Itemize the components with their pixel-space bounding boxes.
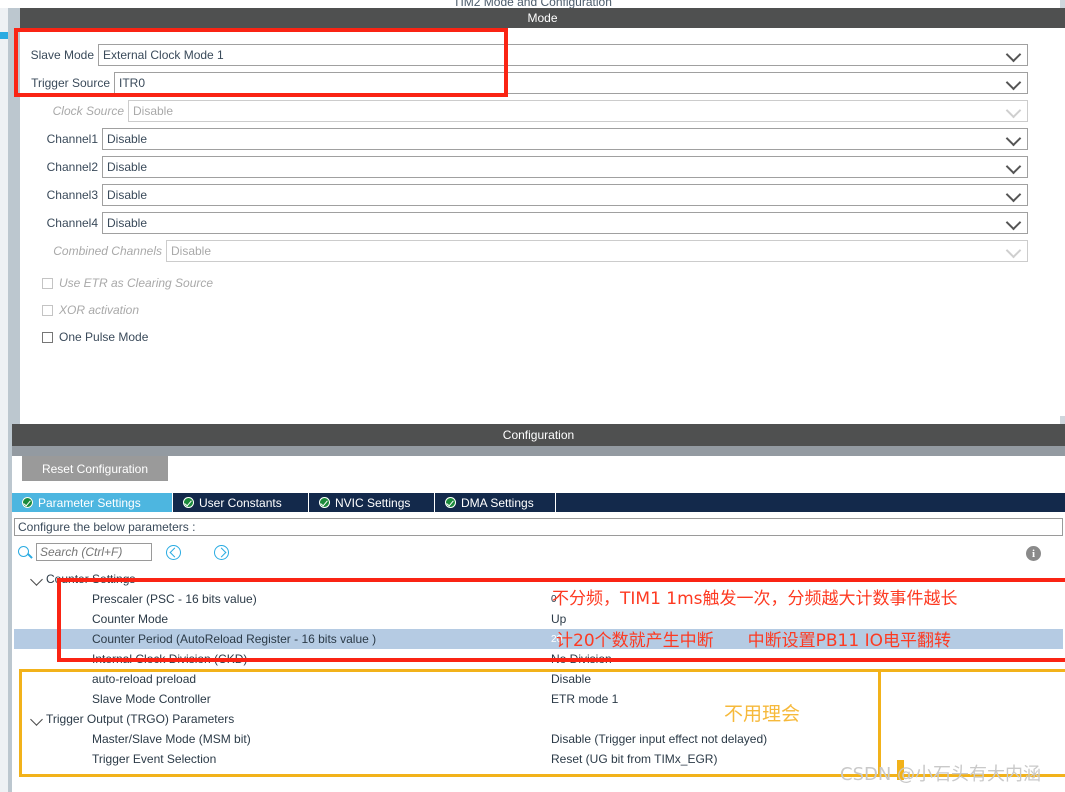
tab-parameter-settings[interactable]: Parameter Settings <box>12 493 173 512</box>
check-circle-icon <box>445 497 456 508</box>
tab-label: DMA Settings <box>461 495 534 510</box>
checkbox-xor-activation[interactable]: XOR activation <box>42 301 139 319</box>
annotation-red-box-mode <box>14 28 508 97</box>
label-channel3: Channel3 <box>46 188 98 202</box>
row-channel2: Channel2 Disable <box>20 154 1028 180</box>
chevron-down-icon <box>1005 46 1022 63</box>
combo-channel1[interactable]: Disable <box>102 128 1028 150</box>
configuration-panel-header: Configuration <box>12 424 1065 446</box>
combo-combined-channels[interactable]: Disable <box>166 240 1028 262</box>
checkbox-one-pulse-mode[interactable]: One Pulse Mode <box>42 328 148 346</box>
combo-channel4[interactable]: Disable <box>102 212 1028 234</box>
chevron-down-icon <box>1005 186 1022 203</box>
checkbox-label: Use ETR as Clearing Source <box>59 276 214 290</box>
row-channel3: Channel3 Disable <box>20 182 1028 208</box>
value-combined-channels: Disable <box>171 244 212 258</box>
checkbox-icon[interactable] <box>42 304 53 316</box>
combo-channel3[interactable]: Disable <box>102 184 1028 206</box>
chevron-down-icon[interactable] <box>30 573 43 586</box>
tab-user-constants[interactable]: User Constants <box>173 493 309 512</box>
label-channel4: Channel4 <box>46 216 98 230</box>
watermark: CSDN @小石头有大内涵 <box>840 764 1042 785</box>
info-icon[interactable]: i <box>1026 546 1041 561</box>
annotation-red-note-2: 计20个数就产生中断 中断设置PB11 IO电平翻转 <box>556 631 951 651</box>
configuration-subbar <box>12 446 1065 456</box>
label-channel1: Channel1 <box>46 132 98 146</box>
checkbox-label: XOR activation <box>59 303 140 317</box>
left-rail-outer <box>0 8 8 792</box>
checkbox-icon[interactable] <box>42 277 53 289</box>
previous-match-icon[interactable] <box>166 545 181 560</box>
chevron-down-icon <box>1005 158 1022 175</box>
row-channel4: Channel4 Disable <box>20 210 1028 236</box>
mode-panel-header: Mode <box>20 8 1065 28</box>
chevron-down-icon <box>1005 214 1022 231</box>
value-channel2: Disable <box>107 160 148 174</box>
combo-channel2[interactable]: Disable <box>102 156 1028 178</box>
tab-label: User Constants <box>199 495 282 510</box>
tab-nvic-settings[interactable]: NVIC Settings <box>309 493 435 512</box>
value-channel1: Disable <box>107 132 148 146</box>
label-clock-source: Clock Source <box>52 104 124 118</box>
check-circle-icon <box>319 497 330 508</box>
chevron-down-icon <box>1005 130 1022 147</box>
row-channel1: Channel1 Disable <box>20 126 1028 152</box>
checkbox-icon[interactable] <box>42 331 53 343</box>
value-clock-source: Disable <box>133 104 174 118</box>
checkbox-label: One Pulse Mode <box>59 330 149 344</box>
annotation-red-note-1: 不分频，TIM1 1ms触发一次，分频越大计数事件越长 <box>552 589 958 609</box>
next-match-icon[interactable] <box>214 545 229 560</box>
value-channel4: Disable <box>107 216 148 230</box>
tab-label: Parameter Settings <box>38 495 141 510</box>
tab-dma-settings[interactable]: DMA Settings <box>435 493 556 512</box>
check-circle-icon <box>183 497 194 508</box>
tab-label: NVIC Settings <box>335 495 411 510</box>
chevron-down-icon <box>1005 74 1022 91</box>
app-root: TIM2 Mode and Configuration Mode Slave M… <box>0 0 1065 792</box>
label-combined-channels: Combined Channels <box>53 244 162 258</box>
reset-configuration-button[interactable]: Reset Configuration <box>22 456 168 481</box>
row-clock-source: Clock Source Disable <box>20 98 1028 124</box>
configuration-tabbar: Parameter Settings User Constants NVIC S… <box>12 493 1065 512</box>
label-channel2: Channel2 <box>46 160 98 174</box>
chevron-down-icon <box>1005 242 1022 259</box>
left-rail-marker <box>0 32 8 39</box>
check-circle-icon <box>22 497 33 508</box>
annotation-orange-note: 不用理会 <box>724 703 801 725</box>
chevron-down-icon <box>1005 102 1022 119</box>
search-icon <box>18 546 29 557</box>
search-input[interactable] <box>36 543 152 561</box>
window-title: TIM2 Mode and Configuration <box>453 0 612 8</box>
value-channel3: Disable <box>107 188 148 202</box>
row-combined-channels: Combined Channels Disable <box>20 238 1028 264</box>
combo-clock-source[interactable]: Disable <box>128 100 1028 122</box>
checkbox-use-etr-as-clearing-source[interactable]: Use ETR as Clearing Source <box>42 274 213 292</box>
search-row <box>14 543 1063 565</box>
configure-parameters-note: Configure the below parameters : <box>14 518 1063 536</box>
